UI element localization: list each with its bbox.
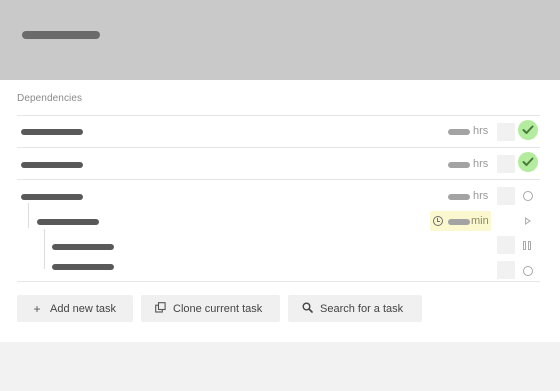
- duration-unit: hrs: [473, 190, 489, 202]
- task-name-placeholder[interactable]: [21, 129, 83, 135]
- tree-connector: [28, 203, 29, 228]
- running-timer-badge: min: [430, 211, 491, 231]
- duration-unit: min: [471, 215, 489, 227]
- add-task-button[interactable]: + Add new task: [17, 295, 133, 322]
- task-name-placeholder[interactable]: [52, 244, 114, 250]
- task-name-placeholder[interactable]: [21, 194, 83, 200]
- clock-icon: [433, 216, 443, 226]
- duration-unit: hrs: [473, 158, 489, 170]
- row-divider: [17, 147, 540, 148]
- circle-icon[interactable]: [523, 191, 533, 201]
- search-icon: [300, 302, 314, 316]
- task-name-placeholder[interactable]: [52, 264, 114, 270]
- clone-task-button[interactable]: Clone current task: [141, 295, 280, 322]
- task-name-placeholder[interactable]: [37, 219, 99, 225]
- duration-placeholder: [448, 162, 470, 168]
- row-divider: [17, 115, 540, 116]
- checkmark-icon[interactable]: [518, 152, 538, 172]
- task-select-box[interactable]: [497, 155, 515, 173]
- duration-placeholder: [448, 194, 470, 200]
- add-task-label: Add new task: [50, 302, 117, 315]
- row-divider: [17, 281, 540, 282]
- task-select-box[interactable]: [497, 236, 515, 254]
- app-header: [0, 0, 560, 80]
- duration-placeholder: [448, 129, 470, 135]
- circle-icon[interactable]: [523, 266, 533, 276]
- search-task-label: Search for a task: [320, 302, 404, 315]
- page-title-placeholder: [22, 31, 100, 39]
- checkmark-icon[interactable]: [518, 120, 538, 140]
- duration-placeholder: [448, 219, 470, 225]
- search-task-button[interactable]: Search for a task: [288, 295, 422, 322]
- task-select-box[interactable]: [497, 123, 515, 141]
- clone-task-label: Clone current task: [173, 302, 263, 315]
- clone-icon: [153, 301, 167, 316]
- pause-icon[interactable]: [523, 241, 531, 250]
- task-select-box[interactable]: [497, 187, 515, 205]
- play-icon[interactable]: [525, 217, 531, 225]
- task-select-box[interactable]: [497, 261, 515, 279]
- row-divider: [17, 179, 540, 180]
- duration-unit: hrs: [473, 125, 489, 137]
- section-label: Dependencies: [17, 93, 83, 104]
- task-name-placeholder[interactable]: [21, 162, 83, 168]
- tree-connector: [44, 229, 45, 269]
- plus-icon: +: [33, 301, 41, 316]
